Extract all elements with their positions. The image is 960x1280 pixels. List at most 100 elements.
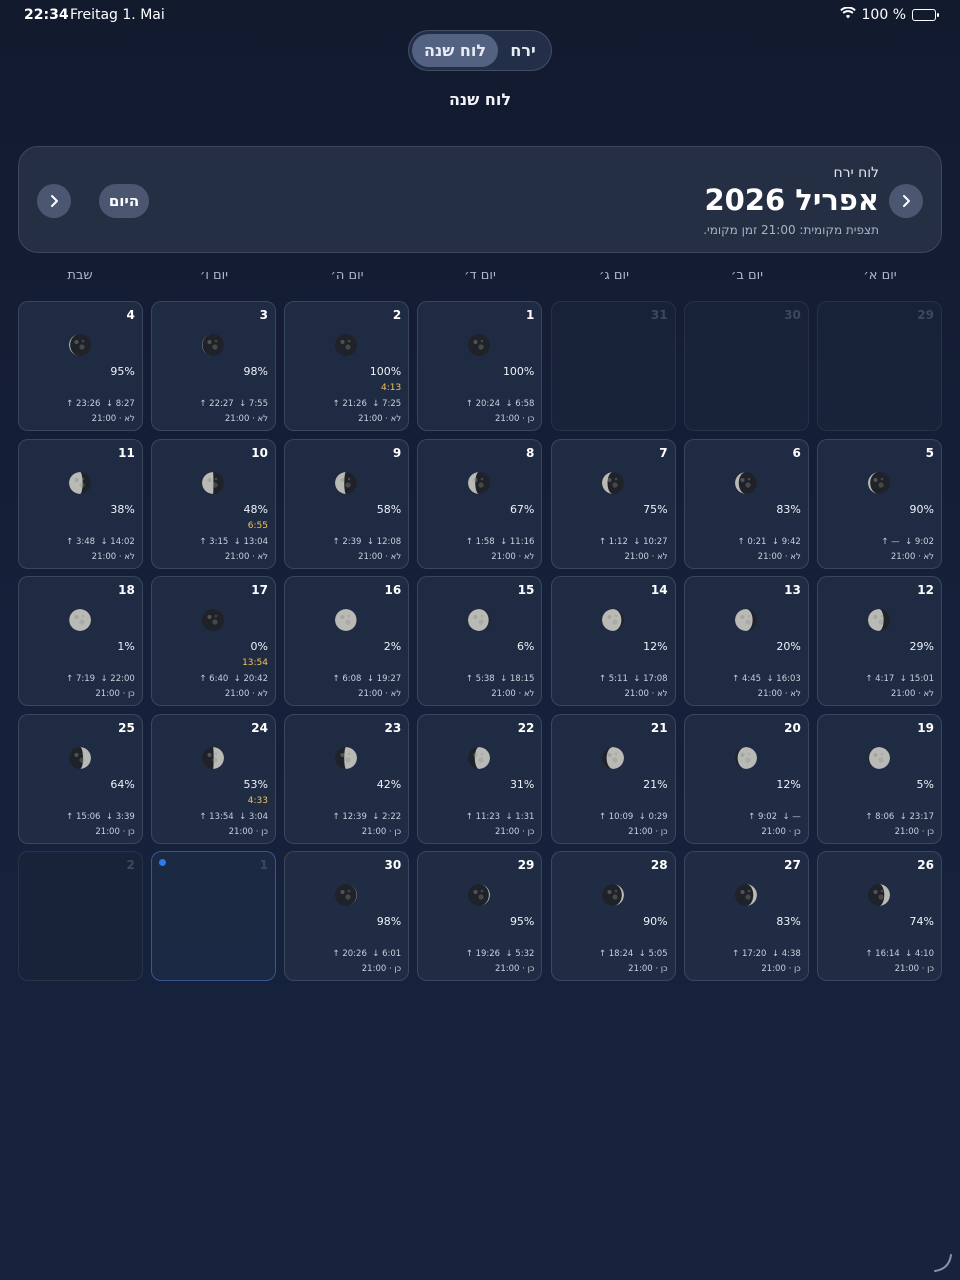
day-number: 9 xyxy=(392,445,402,460)
arrow-up-icon: ↑ xyxy=(732,949,740,960)
day-cell[interactable]: 6 83% ↑ 0:21 ↓ 9:42 לא · 21:00 xyxy=(683,438,809,569)
day-cell[interactable]: 13 20% ↑ 4:45 ↓ 16:03 לא · 21:00 xyxy=(683,576,809,707)
arrow-up-icon: ↑ xyxy=(465,674,473,685)
arrow-down-icon: ↓ xyxy=(633,536,641,547)
day-number: 15 xyxy=(517,583,535,598)
visibility-label: כן · 21:00 xyxy=(894,964,934,975)
today-indicator-dot xyxy=(159,859,166,867)
arrow-up-icon: ↑ xyxy=(865,811,873,822)
moonrise-time: 1:12 xyxy=(608,536,628,547)
visibility-label: כן · 21:00 xyxy=(361,826,402,837)
day-cell[interactable]: 20 12% ↑ 9:02 ↓ — כן · 21:00 xyxy=(683,713,809,844)
arrow-down-icon: ↓ xyxy=(771,536,779,547)
visibility-label: כן · 21:00 xyxy=(628,826,668,837)
day-cell[interactable]: 3 98% ↑ 22:27 ↓ 7:55 לא · 21:00 xyxy=(151,301,276,431)
arrow-down-icon: ↓ xyxy=(505,949,513,960)
day-cell[interactable]: 19 5% ↑ 8:06 ↓ 23:17 כן · 21:00 xyxy=(817,713,942,844)
day-cell[interactable]: 21 21% ↑ 10:09 ↓ 0:29 כן · 21:00 xyxy=(550,713,676,844)
day-cell[interactable]: 23 42% ↑ 12:39 ↓ 2:22 כן · 21:00 xyxy=(284,713,410,844)
arrow-up-icon: ↑ xyxy=(598,674,607,685)
day-cell[interactable]: 1 100% ↑ 20:24 ↓ 6:58 כן · 21:00 xyxy=(417,301,543,431)
day-cell[interactable]: 29 xyxy=(817,301,942,431)
day-cell[interactable]: 25 64% ↑ 15:06 ↓ 3:39 כן · 21:00 xyxy=(17,713,143,844)
day-cell[interactable]: 30 98% ↑ 20:26 ↓ 6:01 כן · 21:00 xyxy=(284,851,410,982)
rise-set-times: ↑ 11:23 ↓ 1:31 xyxy=(466,812,535,822)
moon-phase-icon xyxy=(601,746,624,769)
arrow-up-icon: ↑ xyxy=(748,811,756,822)
arrow-down-icon: ↓ xyxy=(899,811,907,822)
day-cell[interactable]: 15 6% ↑ 5:38 ↓ 18:15 לא · 21:00 xyxy=(417,576,543,707)
moonrise-time: 7:19 xyxy=(75,674,96,685)
moon-phase-icon xyxy=(734,746,757,769)
day-cell[interactable]: 4 95% ↑ 23:26 ↓ 8:27 לא · 21:00 xyxy=(17,301,143,431)
day-cell[interactable]: 9 58% ↑ 2:39 ↓ 12:08 לא · 21:00 xyxy=(284,438,410,569)
day-cell[interactable]: 27 83% ↑ 17:20 ↓ 4:38 כן · 21:00 xyxy=(683,851,809,982)
moon-phase-icon xyxy=(202,609,224,632)
day-number: 24 xyxy=(251,720,268,735)
moonset-time: 7:55 xyxy=(248,399,268,409)
day-cell[interactable]: 2 xyxy=(17,851,143,982)
arrow-up-icon: ↑ xyxy=(199,811,207,822)
day-cell[interactable]: 28 90% ↑ 18:24 ↓ 5:05 כן · 21:00 xyxy=(550,851,676,982)
rise-set-times: ↑ 20:26 ↓ 6:01 xyxy=(333,949,402,959)
moonset-time: — xyxy=(792,811,801,822)
day-cell[interactable]: 12 29% ↑ 4:17 ↓ 15:01 לא · 21:00 xyxy=(817,576,942,707)
moon-phase-icon xyxy=(335,471,358,494)
arrow-up-icon: ↑ xyxy=(332,399,340,409)
day-cell[interactable]: 2 100% 4:13 ↑ 21:26 ↓ 7:25 לא · 21:00 xyxy=(284,301,410,431)
illumination-percent: 100% xyxy=(369,365,402,378)
day-number: 26 xyxy=(917,858,934,873)
day-cell[interactable]: 24 53% 4:33 ↑ 13:54 ↓ 3:04 כן · 21:00 xyxy=(151,713,276,844)
day-cell[interactable]: 17 0% 13:54 ↑ 6:40 ↓ 20:42 לא · 21:00 xyxy=(151,576,276,707)
day-cell[interactable]: 5 90% ↑ — ↓ 9:02 לא · 21:00 xyxy=(817,438,942,569)
moon-phase-icon xyxy=(335,746,358,769)
moon-phase-icon xyxy=(601,609,624,632)
day-number: 3 xyxy=(259,308,268,322)
illumination-percent: 21% xyxy=(643,777,668,791)
moonrise-time: 20:24 xyxy=(475,399,501,409)
day-number: 2 xyxy=(126,858,135,873)
day-cell[interactable]: 26 74% ↑ 16:14 ↓ 4:10 כן · 21:00 xyxy=(817,851,942,982)
day-number: 11 xyxy=(118,445,135,460)
day-cell[interactable]: 11 38% ↑ 3:48 ↓ 14:02 לא · 21:00 xyxy=(17,438,143,569)
illumination-percent: 29% xyxy=(909,640,934,654)
rise-set-times: ↑ 3:48 ↓ 14:02 xyxy=(66,537,135,547)
moon-phase-icon xyxy=(734,471,757,494)
moon-phase-icon xyxy=(335,609,358,632)
day-cell[interactable]: 31 xyxy=(550,301,676,431)
day-cell[interactable]: 1 xyxy=(151,851,276,982)
arrow-up-icon: ↑ xyxy=(66,811,74,822)
illumination-percent: 98% xyxy=(376,915,402,929)
visibility-label: לא · 21:00 xyxy=(358,689,402,700)
moon-phase-icon xyxy=(734,884,757,907)
illumination-percent: 20% xyxy=(776,640,801,654)
arrow-up-icon: ↑ xyxy=(66,399,74,409)
visibility-label: לא · 21:00 xyxy=(757,689,801,700)
arrow-up-icon: ↑ xyxy=(199,536,207,547)
rise-set-times: ↑ 17:20 ↓ 4:38 xyxy=(732,949,801,959)
moonset-time: 14:02 xyxy=(110,536,135,547)
moon-phase-icon xyxy=(468,884,491,907)
day-cell[interactable]: 30 xyxy=(683,301,809,431)
day-cell[interactable]: 7 75% ↑ 1:12 ↓ 10:27 לא · 21:00 xyxy=(550,438,676,569)
day-number: 10 xyxy=(251,445,268,460)
day-cell[interactable]: 29 95% ↑ 19:26 ↓ 5:32 כן · 21:00 xyxy=(417,851,543,982)
day-cell[interactable]: 14 12% ↑ 5:11 ↓ 17:08 לא · 21:00 xyxy=(550,576,676,707)
illumination-percent: 5% xyxy=(916,777,934,791)
day-cell[interactable]: 16 2% ↑ 6:08 ↓ 19:27 לא · 21:00 xyxy=(284,576,410,707)
moonrise-time: 20:26 xyxy=(342,949,367,960)
day-number: 30 xyxy=(784,308,801,322)
illumination-percent: 12% xyxy=(776,777,801,791)
arrow-down-icon: ↓ xyxy=(100,536,108,547)
day-number: 27 xyxy=(784,858,801,873)
day-cell[interactable]: 18 1% ↑ 7:19 ↓ 22:00 כן · 21:00 xyxy=(17,576,143,707)
day-cell[interactable]: 10 48% 6:55 ↑ 3:15 ↓ 13:04 לא · 21:00 xyxy=(151,438,276,569)
moonrise-time: 2:39 xyxy=(342,536,362,547)
day-cell[interactable]: 22 31% ↑ 11:23 ↓ 1:31 כן · 21:00 xyxy=(417,713,543,844)
moonrise-time: 5:11 xyxy=(608,674,628,685)
arrow-up-icon: ↑ xyxy=(332,536,340,547)
day-cell[interactable]: 8 67% ↑ 1:58 ↓ 11:16 לא · 21:00 xyxy=(417,438,543,569)
arrow-up-icon: ↑ xyxy=(465,949,473,960)
day-number: 28 xyxy=(650,858,668,873)
resize-handle-icon[interactable] xyxy=(932,1252,954,1274)
